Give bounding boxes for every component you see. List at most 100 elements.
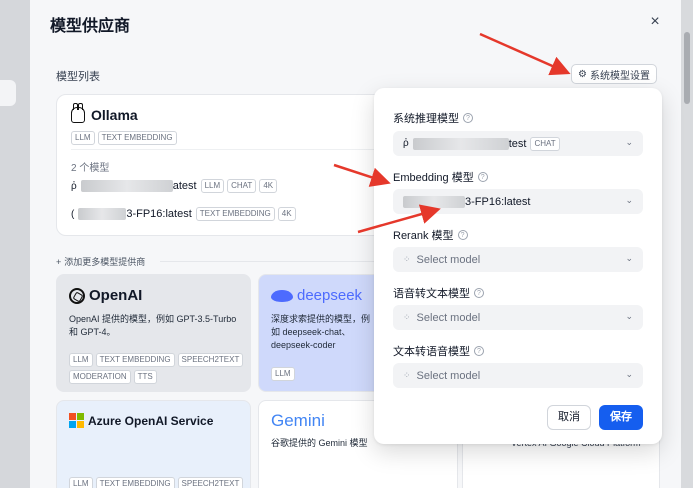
tag: LLM [271,367,295,381]
redacted-text [412,137,509,150]
tag: CHAT [530,136,560,151]
chevron-down-icon: ⌄ [625,195,633,205]
select-placeholder: Select model [416,311,481,324]
close-icon[interactable]: × [645,12,665,32]
rerank-model-select[interactable]: ⁘ Select model ⌄ [393,247,643,272]
model-row[interactable]: ( 3-FP16:latest TEXT EMBEDDING 4K [71,207,296,221]
azure-provider-card[interactable]: Azure OpenAI Service LLM TEXT EMBEDDING … [56,400,251,488]
model-row[interactable]: ῤ atest LLM CHAT 4K [71,179,278,193]
rerank-model-label: Rerank 模型 ? [393,227,468,243]
cube-icon: ⁘ [403,370,411,380]
divider [71,149,401,150]
text-to-speech-model-label: 文本转语音模型 ? [393,343,484,359]
model-list-label: 模型列表 [56,71,100,83]
select-placeholder: Select model [416,253,481,266]
tag: LLM [69,477,93,488]
backdrop-nav-stub [0,80,16,106]
ollama-provider-card[interactable]: Ollama LLM TEXT EMBEDDING 2 个模型 ῤ atest … [56,94,416,236]
tag: TEXT EMBEDDING [95,353,175,367]
tag: 4K [259,179,278,193]
backdrop-left [0,0,30,488]
field-label-text: Embedding 模型 [393,172,474,184]
add-more-label: 添加更多模型提供商 [64,257,146,267]
openai-description: OpenAI 提供的模型，例如 GPT-3.5-Turbo 和 GPT-4。 [69,314,237,337]
field-label-text: 文本转语音模型 [393,346,470,358]
cancel-button[interactable]: 取消 [547,405,591,430]
model-name: 3-FP16:latest [126,208,192,220]
model-icon: ῤ [403,138,409,149]
tag: TTS [133,370,157,384]
chevron-down-icon: ⌄ [625,137,633,147]
help-icon[interactable]: ? [474,288,484,298]
openai-name: OpenAI [89,287,143,304]
ollama-name: Ollama [91,107,138,123]
cube-icon: ⁘ [403,312,411,322]
azure-tags: LLM TEXT EMBEDDING SPEECH2TEXT [69,477,244,488]
model-count: 2 个模型 [71,163,110,174]
tag: LLM [200,179,225,193]
field-label-text: 语音转文本模型 [393,288,470,300]
openai-logo-icon [69,287,85,304]
embedding-model-select[interactable]: 3-FP16:latest ⌄ [393,189,643,214]
model-icon: ῤ [71,180,77,192]
tag: TEXT EMBEDDING [195,207,275,221]
field-label-text: Rerank 模型 [393,230,454,242]
scrollbar-thumb[interactable] [684,32,690,104]
redacted-text [78,208,127,220]
deepseek-logo-icon [271,289,293,302]
cube-icon: ⁘ [403,254,411,264]
model-name: atest [172,180,197,192]
azure-name: Azure OpenAI Service [88,413,214,428]
selected-model: 3-FP16:latest [465,195,531,208]
save-button[interactable]: 保存 [599,405,643,430]
tag: SPEECH2TEXT [177,477,244,488]
gear-icon: ⚙ [578,68,587,80]
system-model-settings-label: 系统模型设置 [589,70,650,82]
plus-icon: + [56,256,62,267]
ollama-logo-icon [71,103,85,123]
gemini-description: 谷歌提供的 Gemini 模型 [271,438,368,448]
text-to-speech-model-select[interactable]: ⁘ Select model ⌄ [393,363,643,388]
deepseek-tags: LLM [271,367,295,381]
deepseek-name: deepseek [297,287,363,304]
openai-provider-card[interactable]: OpenAI OpenAI 提供的模型，例如 GPT-3.5-Turbo 和 G… [56,274,251,392]
ollama-tags: LLM TEXT EMBEDDING [71,131,177,145]
openai-tags: LLM TEXT EMBEDDING SPEECH2TEXT MODERATIO… [69,353,244,384]
deepseek-header: deepseek [271,287,362,304]
help-icon[interactable]: ? [463,113,473,123]
reasoning-model-label: 系统推理模型 ? [393,110,473,126]
system-model-settings-popover: 系统推理模型 ? ῤ test CHAT ⌄ Embedding 模型 ? 3-… [374,88,662,444]
tag: LLM [71,131,95,145]
help-icon[interactable]: ? [477,172,488,182]
tag: 4K [277,207,296,221]
help-icon[interactable]: ? [457,230,468,240]
speech-to-text-model-select[interactable]: ⁘ Select model ⌄ [393,305,643,330]
tag: SPEECH2TEXT [177,353,244,367]
openai-header: OpenAI [69,287,142,304]
system-model-settings-button[interactable]: ⚙ 系统模型设置 [571,64,657,84]
add-more-providers: + 添加更多模型提供商 [56,255,145,268]
tag: TEXT EMBEDDING [95,477,175,488]
embedding-model-label: Embedding 模型 ? [393,169,488,185]
microsoft-logo-icon [69,413,84,428]
field-label-text: 系统推理模型 [393,113,459,125]
chevron-down-icon: ⌄ [625,253,633,263]
tag: TEXT EMBEDDING [97,131,177,145]
selected-model: test [508,137,527,150]
deepseek-description: 深度求索提供的模型，例如 deepseek-chat、deepseek-code… [271,314,371,350]
divider [160,261,400,262]
reasoning-model-select[interactable]: ῤ test CHAT ⌄ [393,131,643,156]
help-icon[interactable]: ? [474,346,484,356]
tag: MODERATION [69,370,131,384]
redacted-text [80,180,173,192]
redacted-text [403,195,465,208]
ollama-header: Ollama [71,103,138,123]
chevron-down-icon: ⌄ [625,369,633,379]
gemini-header: Gemini [271,411,325,431]
tag: CHAT [227,179,257,193]
chevron-down-icon: ⌄ [625,311,633,321]
gemini-name: Gemini [271,411,325,430]
dialog-title: 模型供应商 [50,18,131,35]
azure-header: Azure OpenAI Service [69,413,213,428]
tag: LLM [69,353,93,367]
